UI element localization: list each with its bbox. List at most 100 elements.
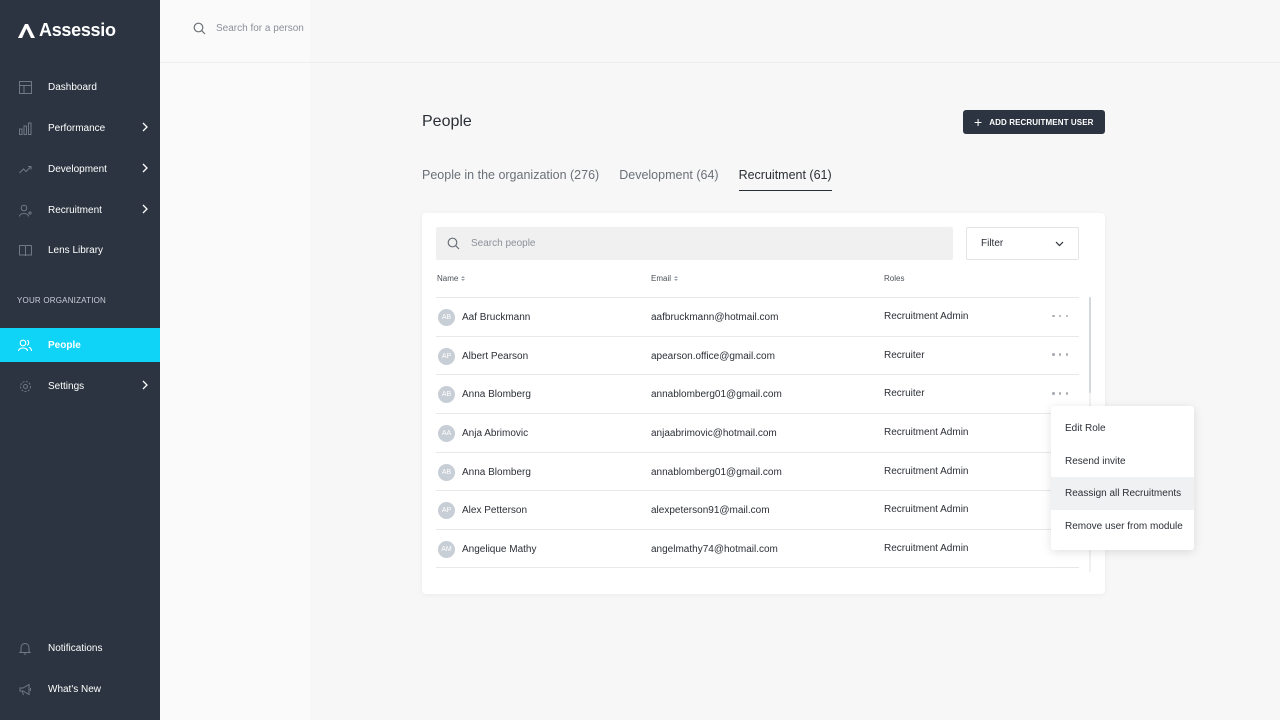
top-search-input[interactable]: Search for a person [193,22,304,35]
chevron-right-icon [142,122,148,132]
cell-role: Recruitment Admin [884,543,969,555]
cell-name: Alex Petterson [462,505,528,517]
filter-label: Filter [981,238,1004,249]
header-divider [160,62,1280,63]
sidebar: Assessio Dashboard Performance Developme… [0,0,160,720]
filter-dropdown[interactable]: Filter [966,227,1079,260]
sort-icon [674,276,679,282]
dashboard-icon [18,80,32,94]
sidebar-item-label: Dashboard [48,81,97,93]
people-table-card: Search people Filter Name Email Roles AB… [422,213,1105,594]
tab-people-in-organization[interactable]: People in the organization (276) [422,168,599,191]
cell-email: apearson.office@gmail.com [651,350,775,362]
cell-role: Recruitment Admin [884,465,969,477]
column-header-email[interactable]: Email [651,274,679,283]
sidebar-item-people[interactable]: People [0,328,160,362]
cell-role: Recruitment Admin [884,504,969,516]
bell-icon [18,641,32,655]
sidebar-item-lens-library[interactable]: Lens Library [0,233,160,267]
cell-name: Anna Blomberg [462,466,531,478]
menu-item-resend-invite[interactable]: Resend invite [1051,445,1194,478]
search-icon [193,22,206,35]
sidebar-item-label: People [48,339,81,351]
megaphone-icon [18,682,32,696]
top-search-placeholder: Search for a person [216,23,304,34]
search-people-input[interactable]: Search people [436,227,953,260]
avatar: AM [438,541,455,559]
chevron-down-icon [1055,241,1064,246]
left-panel [160,62,310,720]
search-icon [447,237,460,250]
cell-name: Anna Blomberg [462,389,531,401]
cell-email: anjaabrimovic@hotmail.com [651,428,777,440]
sidebar-item-development[interactable]: Development [0,152,160,186]
sidebar-item-recruitment[interactable]: Recruitment [0,193,160,227]
more-options-icon[interactable] [1052,310,1068,322]
menu-item-remove-user[interactable]: Remove user from module [1051,510,1194,543]
sidebar-item-label: Settings [48,380,85,392]
sidebar-item-notifications[interactable]: Notifications [0,631,160,665]
sidebar-item-performance[interactable]: Performance [0,111,160,145]
table-row[interactable]: AB Anna Blomberg annablomberg01@gmail.co… [436,374,1079,413]
column-email-label: Email [651,274,672,283]
cell-email: alexpeterson91@mail.com [651,505,770,517]
column-header-name[interactable]: Name [437,274,466,283]
app-logo[interactable]: Assessio [17,20,116,41]
sidebar-item-label: Development [48,163,107,175]
tab-development[interactable]: Development (64) [619,168,718,191]
cell-email: annablomberg01@gmail.com [651,389,782,401]
bar-chart-icon [18,121,32,135]
add-recruitment-user-button[interactable]: + ADD RECRUITMENT USER [963,110,1105,134]
table-body: AB Aaf Bruckmann aafbruckmann@hotmail.co… [436,297,1079,568]
people-icon [18,338,32,352]
app-name: Assessio [39,20,116,40]
add-button-label: ADD RECRUITMENT USER [989,117,1094,127]
table-row[interactable]: AP Alex Petterson alexpeterson91@mail.co… [436,490,1079,529]
plus-icon: + [974,114,983,130]
cell-email: annablomberg01@gmail.com [651,466,782,478]
avatar: AB [438,386,455,404]
sidebar-item-settings[interactable]: Settings [0,369,160,403]
sidebar-item-label: Performance [48,122,106,134]
add-user-icon [18,203,32,217]
chevron-right-icon [142,380,148,390]
gear-icon [18,379,32,393]
sidebar-item-label: What's New [48,683,102,695]
avatar: AP [438,347,455,365]
table-row[interactable]: AM Angelique Mathy angelmathy74@hotmail.… [436,529,1079,568]
table-row[interactable]: AP Albert Pearson apearson.office@gmail.… [436,335,1079,375]
more-options-icon[interactable] [1052,387,1068,399]
cell-role: Recruitment Admin [884,427,969,439]
more-options-icon[interactable] [1052,349,1068,361]
sidebar-item-dashboard[interactable]: Dashboard [0,70,160,104]
table-row[interactable]: AB Aaf Bruckmann aafbruckmann@hotmail.co… [436,297,1079,336]
tab-recruitment[interactable]: Recruitment (61) [738,168,832,191]
avatar: AB [438,463,455,481]
row-actions-menu: Edit Role Resend invite Reassign all Rec… [1051,406,1194,550]
menu-item-edit-role[interactable]: Edit Role [1051,412,1194,445]
page-title: People [422,113,472,130]
cell-email: aafbruckmann@hotmail.com [651,312,779,323]
sidebar-item-whats-new[interactable]: What's New [0,672,160,706]
cell-name: Albert Pearson [462,350,529,362]
table-row[interactable]: AA Anja Abrimovic anjaabrimovic@hotmail.… [436,413,1079,452]
sidebar-item-label: Lens Library [48,244,104,256]
cell-name: Aaf Bruckmann [462,312,531,323]
table-row[interactable]: AB Anna Blomberg annablomberg01@gmail.co… [436,451,1079,491]
cell-name: Angelique Mathy [462,544,537,556]
avatar: AP [438,502,455,520]
section-label: YOUR ORGANIZATION [17,296,107,305]
book-icon [18,243,32,257]
cell-role: Recruiter [884,349,925,361]
avatar: AA [438,425,455,443]
scrollbar-thumb[interactable] [1089,297,1091,393]
chevron-right-icon [142,204,148,214]
search-people-placeholder: Search people [471,238,536,249]
sort-icon [461,276,466,282]
chevron-right-icon [142,163,148,173]
cell-name: Anja Abrimovic [462,428,529,440]
avatar: AB [438,309,455,326]
menu-item-reassign-all-recruitments[interactable]: Reassign all Recruitments [1051,477,1194,510]
cell-email: angelmathy74@hotmail.com [651,544,778,556]
sidebar-item-label: Recruitment [48,204,102,216]
